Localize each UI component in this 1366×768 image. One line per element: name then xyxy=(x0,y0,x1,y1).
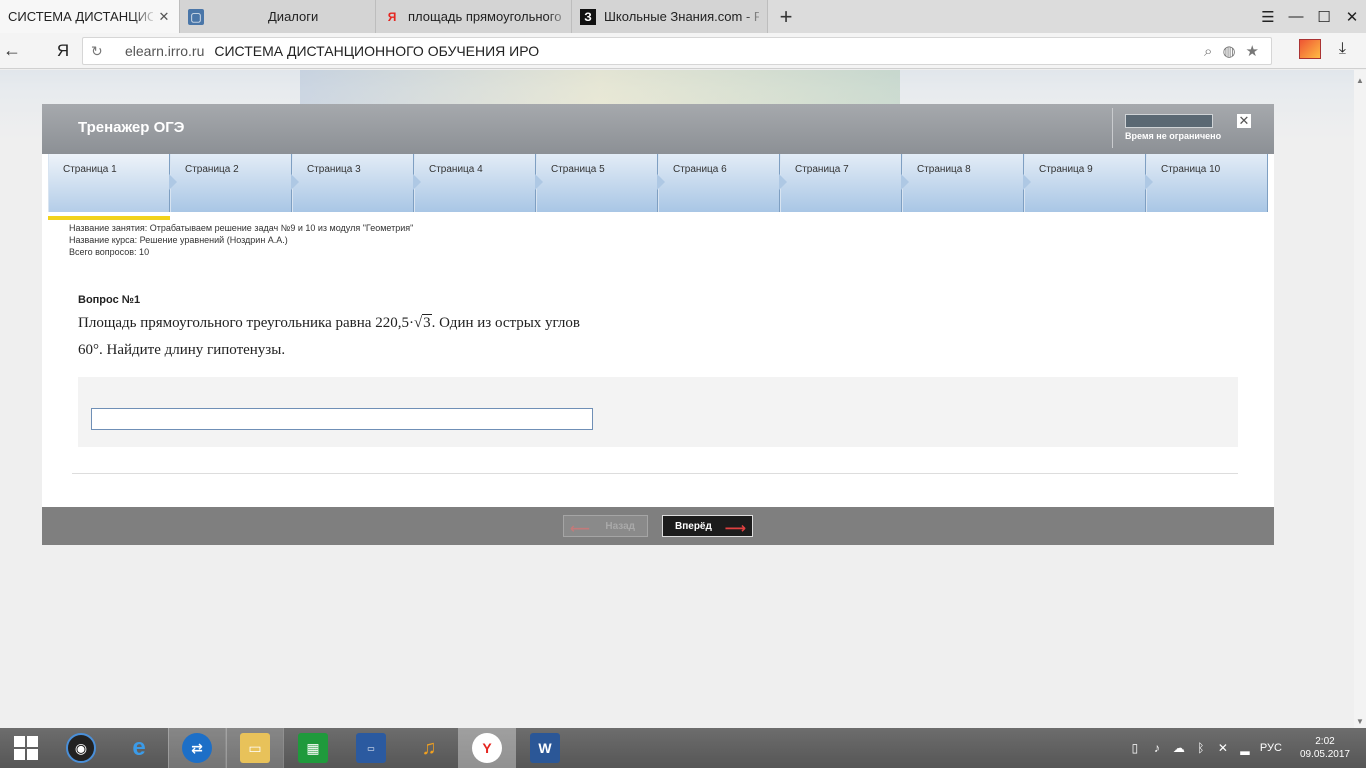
start-button[interactable] xyxy=(0,728,52,768)
url-domain: elearn.irro.ru xyxy=(125,43,205,59)
sqrt-value: 3 xyxy=(422,314,432,331)
menu-icon[interactable]: ☰ xyxy=(1254,0,1282,33)
media-player-icon[interactable]: ◉ xyxy=(52,728,110,768)
lenovo-icon[interactable]: ▭ xyxy=(342,728,400,768)
page-tab-4[interactable]: Страница 4 xyxy=(414,154,543,212)
page-tab-6[interactable]: Страница 6 xyxy=(658,154,787,212)
lesson-name: Название занятия: Отрабатываем решение з… xyxy=(69,223,414,233)
reload-icon[interactable]: ↻ xyxy=(91,43,109,60)
page-tab-2[interactable]: Страница 2 xyxy=(170,154,299,212)
language-indicator[interactable]: РУС xyxy=(1260,742,1282,754)
close-icon[interactable]: ✕ xyxy=(1237,114,1251,128)
total-questions: Всего вопросов: 10 xyxy=(69,247,150,257)
tab-title: площадь прямоугольного треугольника xyxy=(408,9,563,24)
next-button-label: Вперёд xyxy=(675,520,712,532)
next-button[interactable]: Вперёд ⟶ xyxy=(662,515,753,537)
back-arrow-icon[interactable]: ← xyxy=(0,40,24,61)
device-icon[interactable]: ▯ xyxy=(1128,741,1142,755)
panel-header: Тренажер ОГЭ Время не ограничено ✕ xyxy=(42,104,1274,154)
page-tab-8[interactable]: Страница 8 xyxy=(902,154,1031,212)
new-tab-button[interactable]: + xyxy=(768,0,804,33)
translate-icon[interactable]: ◍ xyxy=(1222,42,1235,60)
page-tab-7[interactable]: Страница 7 xyxy=(780,154,909,212)
yandex-icon: Я xyxy=(387,9,397,24)
divider xyxy=(72,473,1238,474)
bookmark-star-icon[interactable]: ★ xyxy=(1246,42,1259,60)
yandex-logo[interactable]: Я xyxy=(46,41,80,61)
trainer-panel: Тренажер ОГЭ Время не ограничено ✕ Стран… xyxy=(42,104,1274,545)
answer-area xyxy=(78,377,1238,447)
url-page-title: СИСТЕМА ДИСТАНЦИОННОГО ОБУЧЕНИЯ ИРО xyxy=(214,43,540,59)
answer-input[interactable] xyxy=(91,408,593,430)
right-arrow-icon: ⟶ xyxy=(724,520,746,537)
chat-icon: ▢ xyxy=(188,8,204,25)
extension-icon[interactable] xyxy=(1298,39,1321,59)
question-part-1: Площадь прямоугольного треугольника равн… xyxy=(78,315,414,331)
yandex-browser-icon[interactable]: Y xyxy=(458,728,516,768)
bluetooth-icon[interactable]: ᛒ xyxy=(1194,741,1208,755)
page-tab-1[interactable]: Страница 1 xyxy=(48,154,177,212)
store-icon[interactable]: ▦ xyxy=(284,728,342,768)
clock[interactable]: 2:02 09.05.2017 xyxy=(1300,735,1350,761)
tab-znanija[interactable]: З Школьные Знания.com - Решение xyxy=(572,0,768,33)
timer: Время не ограничено xyxy=(1112,108,1221,148)
tab-close-icon[interactable]: ✕ xyxy=(157,9,171,25)
timer-label: Время не ограничено xyxy=(1125,131,1222,141)
question-angle: 60° xyxy=(78,342,99,358)
system-tray: ▯ ♪ ☁ ᛒ ✕ ▂ РУС 2:02 09.05.2017 xyxy=(1128,735,1366,761)
teamviewer-icon[interactable]: ⇄ xyxy=(168,728,226,768)
scroll-down-icon[interactable]: ▼ xyxy=(1356,717,1364,726)
url-field[interactable]: ↻ elearn.irro.ru СИСТЕМА ДИСТАНЦИОННОГО … xyxy=(82,37,1272,65)
back-button[interactable]: ⟵ Назад xyxy=(563,515,648,537)
question-number: Вопрос №1 xyxy=(78,294,141,306)
internet-explorer-icon[interactable]: e xyxy=(110,728,168,768)
page-tab-9[interactable]: Страница 9 xyxy=(1024,154,1153,212)
active-page-indicator xyxy=(48,216,170,220)
clock-time: 2:02 xyxy=(1315,736,1335,747)
network-off-icon[interactable]: ✕ xyxy=(1216,741,1230,755)
course-name: Название курса: Решение уравнений (Ноздр… xyxy=(69,235,288,245)
search-icon[interactable]: ⌕ xyxy=(1204,43,1212,60)
page-scrollbar[interactable]: ▲ ▼ xyxy=(1354,70,1366,728)
maximize-icon[interactable]: ☐ xyxy=(1310,0,1338,33)
page-tab-5[interactable]: Страница 5 xyxy=(536,154,665,212)
address-bar: ← Я ↻ elearn.irro.ru СИСТЕМА ДИСТАНЦИОНН… xyxy=(0,33,1366,69)
tab-title: СИСТЕМА ДИСТАНЦИОННОГО ОБУЧЕНИЯ ИРО xyxy=(8,9,153,24)
download-icon[interactable]: ⤓ xyxy=(1339,40,1346,58)
taskbar: ◉ e ⇄ ▭ ▦ ▭ ♫ Y W ▯ ♪ ☁ ᛒ ✕ ▂ РУС 2:02 0… xyxy=(0,728,1366,768)
word-icon[interactable]: W xyxy=(516,728,574,768)
close-window-icon[interactable]: ✕ xyxy=(1338,0,1366,33)
question-part-3: . Найдите длину гипотенузы. xyxy=(99,342,286,358)
page-tab-10[interactable]: Страница 10 xyxy=(1146,154,1268,212)
sqrt-symbol: √3 xyxy=(413,314,432,331)
clock-date: 09.05.2017 xyxy=(1299,749,1350,760)
tab-dialogi[interactable]: ▢ Диалоги xyxy=(180,0,376,33)
timer-bar xyxy=(1125,114,1213,128)
left-arrow-icon: ⟵ xyxy=(570,520,591,536)
tab-sistema-distantsionnogo[interactable]: СИСТЕМА ДИСТАНЦИОННОГО ОБУЧЕНИЯ ИРО ✕ xyxy=(0,0,180,33)
windows-logo-icon xyxy=(14,736,38,760)
minimize-icon[interactable]: — xyxy=(1282,0,1310,33)
page-tab-3[interactable]: Страница 3 xyxy=(292,154,421,212)
window-controls: ☰ — ☐ ✕ xyxy=(1254,0,1366,33)
volume-icon[interactable]: ♪ xyxy=(1150,741,1164,755)
page-tabs: Страница 1 Страница 2 Страница 3 Страниц… xyxy=(48,154,1268,212)
panel-footer: ⟵ Назад Вперёд ⟶ xyxy=(42,507,1274,545)
question-text: Площадь прямоугольного треугольника равн… xyxy=(78,310,638,364)
scroll-up-icon[interactable]: ▲ xyxy=(1356,76,1364,85)
tab-title: Диалоги xyxy=(268,9,319,24)
znanija-icon: З xyxy=(580,8,596,25)
file-explorer-icon[interactable]: ▭ xyxy=(226,728,284,768)
headphones-icon[interactable]: ♫ xyxy=(400,728,458,768)
signal-icon[interactable]: ▂ xyxy=(1238,741,1252,755)
question-part-2: . Один из острых углов xyxy=(431,315,581,331)
cloud-icon[interactable]: ☁ xyxy=(1172,741,1186,755)
tab-title: Школьные Знания.com - Решение xyxy=(604,9,759,24)
back-button-label: Назад xyxy=(605,520,635,532)
lesson-info: Название занятия: Отрабатываем решение з… xyxy=(69,222,413,258)
panel-title: Тренажер ОГЭ xyxy=(78,119,185,136)
browser-tab-bar: СИСТЕМА ДИСТАНЦИОННОГО ОБУЧЕНИЯ ИРО ✕ ▢ … xyxy=(0,0,1366,33)
tab-ploshchad[interactable]: Я площадь прямоугольного треугольника xyxy=(376,0,572,33)
